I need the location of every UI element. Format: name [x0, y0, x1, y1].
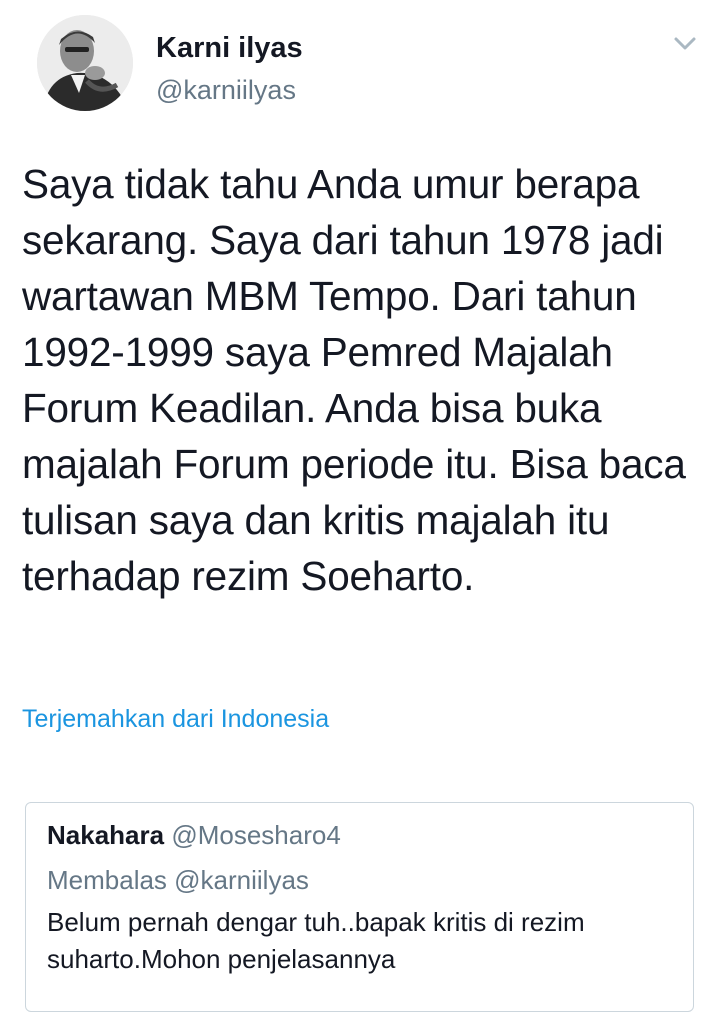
avatar[interactable]: [37, 15, 133, 111]
quoted-author-handle: @Mosesharo4: [171, 820, 341, 850]
chevron-down-icon[interactable]: [670, 34, 700, 54]
quoted-tweet[interactable]: Nakahara @Mosesharo4 Membalas @karniilya…: [25, 802, 694, 1012]
author-name[interactable]: Karni ilyas: [156, 32, 303, 65]
quoted-reply-to: Membalas @karniilyas: [47, 865, 309, 895]
author-handle[interactable]: @karniilyas: [156, 75, 296, 106]
quoted-text: Belum pernah dengar tuh..bapak kritis di…: [47, 907, 585, 974]
quoted-author-name: Nakahara: [47, 820, 165, 850]
quoted-author-line: Nakahara @Mosesharo4: [47, 820, 341, 851]
translate-link[interactable]: Terjemahkan dari Indonesia: [22, 705, 329, 734]
avatar-photo: [37, 15, 133, 111]
tweet-text: Saya tidak tahu Anda umur berapa sekaran…: [22, 161, 686, 599]
